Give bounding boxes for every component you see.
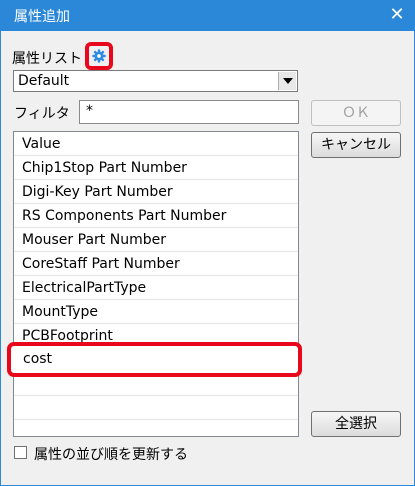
list-item[interactable]: ElectricalPartType [14,276,298,300]
list-item-empty [14,420,298,436]
add-attribute-dialog: 属性追加 ✕ 属性リスト Default フィルタ * ＯＫ キャンセル Val… [0,0,415,486]
chevron-down-icon[interactable] [278,72,296,90]
attribute-listbox[interactable]: Value Chip1Stop Part Number Digi-Key Par… [13,131,299,437]
list-item[interactable]: CoreStaff Part Number [14,252,298,276]
dialog-body: 属性リスト Default フィルタ * ＯＫ キャンセル Value Chip… [1,31,414,485]
update-order-checkbox-label[interactable]: 属性の並び順を更新する [34,444,188,464]
ok-button[interactable]: ＯＫ [311,100,401,126]
title-bar[interactable]: 属性追加 ✕ [0,0,415,31]
attribute-list-settings-button[interactable] [85,42,113,70]
list-item[interactable]: Mouser Part Number [14,228,298,252]
filter-label: フィルタ [14,106,70,122]
list-item[interactable]: RS Components Part Number [14,204,298,228]
list-item[interactable]: Digi-Key Part Number [14,180,298,204]
window-title: 属性追加 [14,9,70,25]
highlighted-list-item-cost[interactable]: cost [7,342,302,377]
attribute-list-selected-value: Default [18,73,70,89]
list-item[interactable]: MountType [14,300,298,324]
list-item[interactable]: Chip1Stop Part Number [14,156,298,180]
update-order-checkbox[interactable] [14,446,27,459]
list-item[interactable]: Value [14,132,298,156]
attribute-list-dropdown[interactable]: Default [13,70,298,92]
highlighted-list-item-label: cost [23,351,53,367]
filter-input[interactable]: * [79,100,299,124]
close-button[interactable]: ✕ [379,0,415,31]
attribute-list-label: 属性リスト [12,51,82,67]
select-all-button[interactable]: 全選択 [311,411,401,437]
list-item-empty [14,396,298,420]
gear-icon [92,49,106,63]
cancel-button[interactable]: キャンセル [311,132,401,158]
